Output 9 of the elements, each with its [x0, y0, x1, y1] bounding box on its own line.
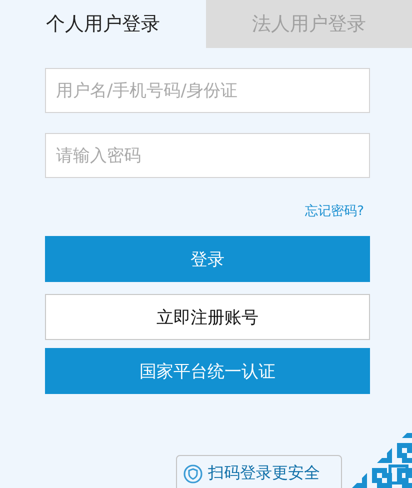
register-button[interactable]: 立即注册账号: [45, 294, 370, 340]
primary-button[interactable]: 国家平台统一认证: [45, 348, 370, 394]
input-field[interactable]: 请输入密码: [45, 133, 370, 178]
input-field[interactable]: 用户名/手机号码/身份证: [45, 68, 370, 113]
shield-icon: [183, 464, 203, 484]
scan-login-button[interactable]: 扫码登录更安全: [176, 455, 342, 488]
login-tab[interactable]: 法人用户登录: [206, 0, 412, 48]
primary-button[interactable]: 登录: [45, 236, 370, 282]
forgot-password-link[interactable]: 忘记密码?: [305, 202, 364, 220]
